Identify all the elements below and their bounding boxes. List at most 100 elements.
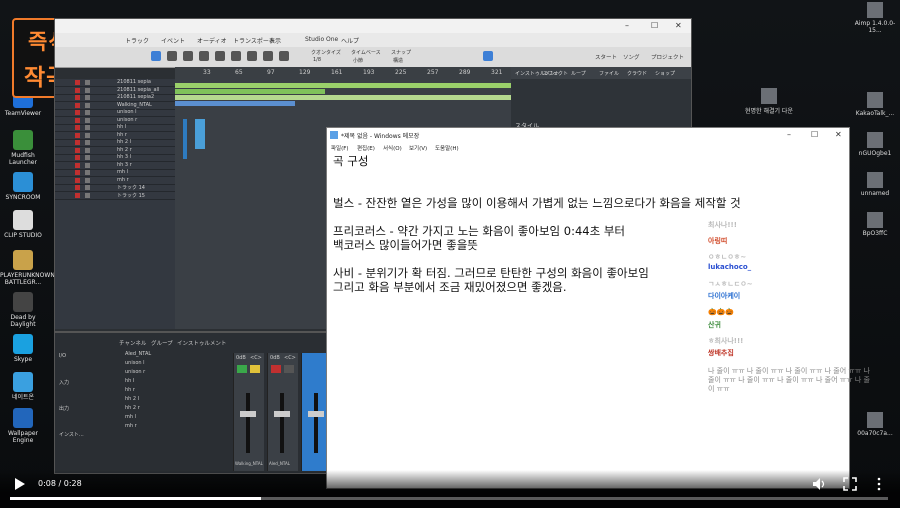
minimize-icon[interactable]: – [787,130,791,139]
solo-button[interactable] [85,170,90,175]
quantize-value[interactable]: 1/8 [313,57,321,63]
mute-button[interactable] [75,102,80,108]
menu-item[interactable]: 파일(F) [331,144,349,152]
desktop-icon[interactable]: nGUOgbe1 [850,132,900,157]
snap-value[interactable]: 構造 [393,57,403,64]
mute-button[interactable] [75,80,80,85]
desktop-icon[interactable]: Wallpaper Engine [0,408,46,444]
track-row[interactable]: トラック 15 [55,192,175,200]
browser-tab[interactable]: ループ [571,70,586,77]
video-progress-bar[interactable] [10,497,888,500]
mute-button[interactable] [75,95,80,100]
solo-button[interactable] [85,132,90,138]
audio-clip[interactable] [175,101,295,106]
desktop-icon[interactable]: 현명한 해결기 다운 [744,88,794,115]
channel-strip[interactable]: 0dB <C> Aled_NTAL [267,353,298,471]
menu-item[interactable]: トラック [125,36,149,45]
mixer-channel-row[interactable]: mh l [89,414,229,422]
mixer-side-label[interactable]: 入力 [59,379,69,386]
desktop-icon[interactable]: Skype [0,334,46,363]
mute-tool-icon[interactable] [231,51,241,61]
solo-button[interactable] [85,147,90,153]
solo-button[interactable] [85,185,90,190]
menu-item[interactable]: 도움말(H) [435,144,459,152]
mixer-channel-row[interactable]: mh r [89,423,229,431]
mixer-instrument-tab[interactable]: インストゥルメント [177,339,226,347]
menu-item[interactable]: オーディオ [197,36,227,45]
fullscreen-icon[interactable] [843,477,857,491]
eraser-tool-icon[interactable] [199,51,209,61]
menu-item[interactable]: Studio One [305,36,338,43]
volume-fader-handle[interactable] [240,411,256,417]
solo-button[interactable] [85,162,90,168]
desktop-icon[interactable]: Aimp 1.4.0.0-15... [850,2,900,34]
mute-button[interactable] [75,185,80,190]
browser-tab[interactable]: ショップ [655,70,675,77]
mute-button[interactable] [75,147,80,153]
mixer-side-label[interactable]: インスト... [59,431,84,438]
menu-item[interactable]: 편집(E) [357,144,375,152]
project-page-button[interactable]: プロジェクト [651,53,684,61]
solo-button[interactable] [85,110,90,115]
zoom-tool-icon[interactable] [279,51,289,61]
desktop-icon[interactable]: 네이트온 [0,372,46,401]
menu-item[interactable]: 서식(O) [383,144,402,152]
mute-button[interactable] [75,192,80,198]
maximize-icon[interactable]: ☐ [651,21,658,30]
mixer-channel-row[interactable]: hh l [89,378,229,386]
browser-tab[interactable]: エフェクト [543,70,568,77]
desktop-icon[interactable]: unnamed [850,172,900,197]
maximize-icon[interactable]: ☐ [811,130,818,139]
mute-button[interactable] [75,110,80,115]
desktop-icon[interactable]: SYNCROOM [0,172,46,201]
mixer-side-label[interactable]: I/O [59,353,66,359]
solo-button[interactable] [85,102,90,108]
strip-record-button[interactable] [271,365,281,373]
desktop-icon[interactable]: 00a70c7a... [850,412,900,437]
mixer-groups-tab[interactable]: グループ [151,339,173,347]
solo-button[interactable] [85,177,90,183]
solo-button[interactable] [85,117,90,123]
close-icon[interactable]: ✕ [835,130,842,139]
solo-button[interactable] [85,125,90,130]
mute-button[interactable] [75,177,80,183]
volume-icon[interactable] [812,477,826,491]
solo-button[interactable] [85,192,90,198]
desktop-icon[interactable]: CLIP STUDIO [0,210,46,239]
solo-button[interactable] [85,87,90,93]
midi-clip[interactable] [183,119,187,159]
minimize-icon[interactable]: – [625,21,629,30]
snap-toggle-icon[interactable] [483,51,493,61]
solo-button[interactable] [85,80,90,85]
mixer-channel-row[interactable]: unison r [89,369,229,377]
menu-item[interactable]: 보기(V) [409,144,427,152]
mute-button[interactable] [75,162,80,168]
strip-mute-button[interactable] [284,365,294,373]
menu-item[interactable]: 表示 [269,36,281,45]
midi-clip[interactable] [195,119,205,149]
volume-fader-handle[interactable] [308,411,324,417]
menu-item[interactable]: イベント [161,36,185,45]
mute-button[interactable] [75,125,80,130]
notepad-text-area[interactable]: 곡 구성 벌스 - 잔잔한 옅은 가성을 많이 이용해서 가볍게 없는 느낌으로다… [333,154,813,474]
audio-clip[interactable] [175,95,511,100]
listen-tool-icon[interactable] [263,51,273,61]
audio-clip[interactable] [175,83,511,88]
mute-button[interactable] [75,117,80,123]
browser-tab[interactable]: クラウド [627,70,647,77]
browser-tab[interactable]: ファイル [599,70,619,77]
range-tool-icon[interactable] [167,51,177,61]
split-tool-icon[interactable] [215,51,225,61]
desktop-icon[interactable]: PLAYERUNKNOWN'S BATTLEGR... [0,250,60,286]
desktop-icon[interactable]: KakaoTalk_... [850,92,900,117]
mute-button[interactable] [75,132,80,138]
start-page-button[interactable]: スタート [595,53,617,61]
desktop-icon[interactable]: BpO3ffC [850,212,900,237]
mixer-side-label[interactable]: 出力 [59,405,69,412]
more-options-icon[interactable] [876,477,882,491]
audio-clip[interactable] [175,89,325,94]
mixer-channel-row[interactable]: hh r [89,387,229,395]
channel-strip[interactable]: 0dB <C> Walking_NTAL [233,353,264,471]
play-icon[interactable] [14,477,26,491]
volume-fader-handle[interactable] [274,411,290,417]
